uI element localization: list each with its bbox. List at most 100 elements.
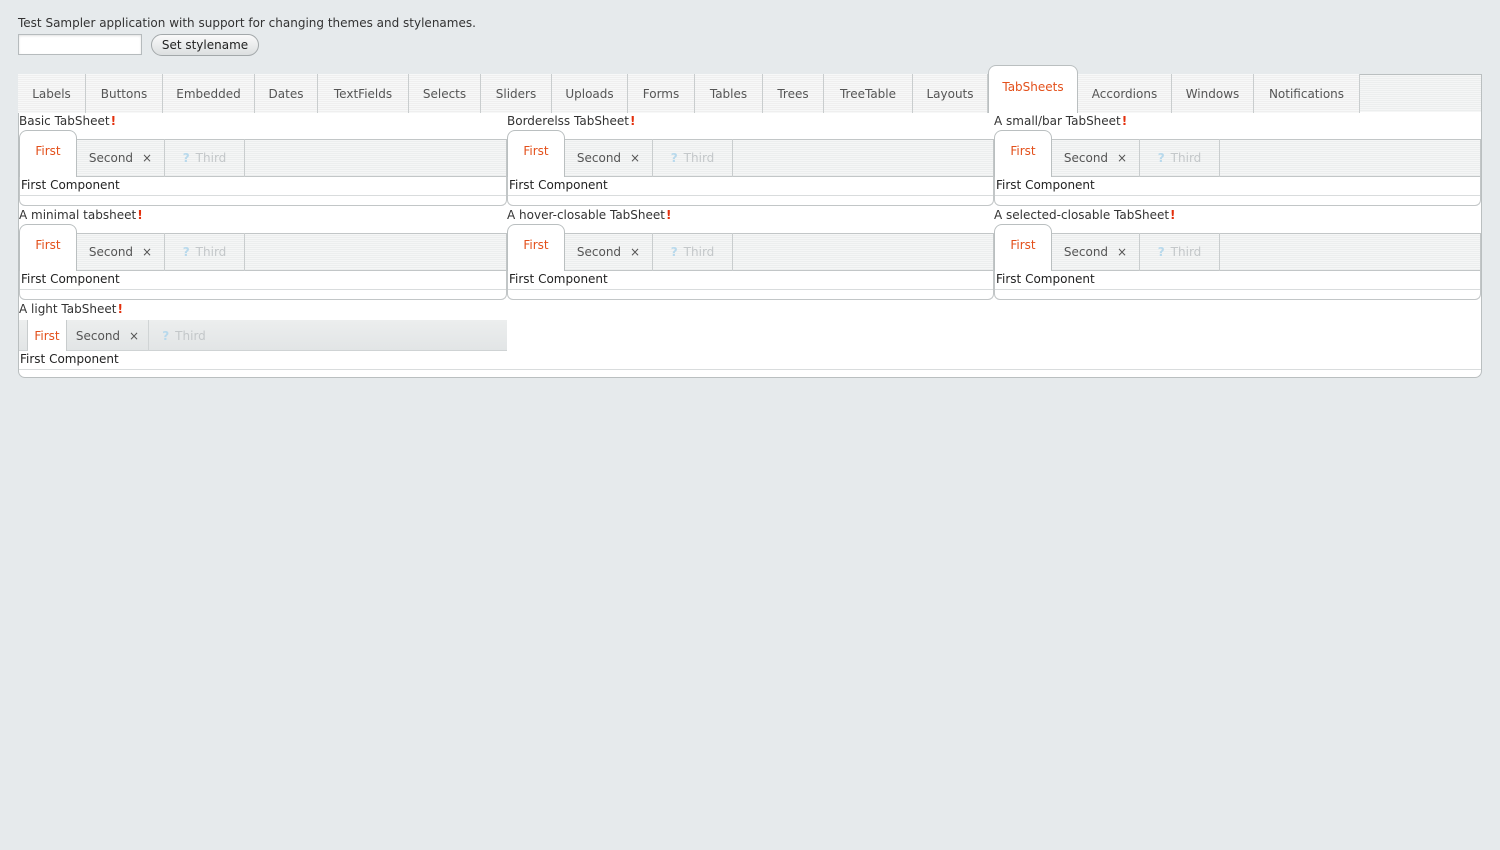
tab-first[interactable]: First (507, 224, 565, 271)
tab-second[interactable]: Second × (565, 139, 653, 177)
tab-label: First (1010, 238, 1036, 252)
tab-label: Third (683, 245, 715, 259)
set-stylename-button[interactable]: Set stylename (151, 34, 259, 56)
tab-label: First (34, 328, 60, 343)
tab-label: Third (1170, 151, 1202, 165)
error-indicator-icon: ! (110, 114, 117, 128)
tab-third: ? Third (1140, 139, 1220, 177)
small-bar-tabsheet-title: A small/bar TabSheet! (994, 114, 1127, 128)
section-title-text: Borderelss TabSheet (507, 114, 630, 128)
tab-selects[interactable]: Selects (409, 74, 481, 113)
tab-notifications[interactable]: Notifications (1254, 74, 1360, 113)
tab-buttons[interactable]: Buttons (86, 74, 163, 113)
tab-content: First Component (994, 271, 1481, 300)
tab-label: First (1010, 144, 1036, 158)
tab-treetable[interactable]: TreeTable (824, 74, 913, 113)
tab-label: Third (1170, 245, 1202, 259)
basic-tabsheet-title: Basic TabSheet! (19, 114, 116, 128)
tab-label: First (35, 238, 61, 252)
tab-label: Second (75, 328, 121, 343)
tab-second[interactable]: Second × (67, 320, 149, 351)
tab-label: First (35, 144, 61, 158)
help-icon: ? (1157, 245, 1165, 259)
tab-label: First (523, 144, 549, 158)
tab-label: Third (195, 151, 227, 165)
tab-first[interactable]: First (994, 224, 1052, 271)
tab-content: First Component (507, 177, 994, 206)
tab-second[interactable]: Second × (77, 233, 165, 271)
tab-uploads[interactable]: Uploads (552, 74, 628, 113)
tab-content: First Component (19, 177, 507, 206)
tab-third: ? Third (653, 233, 733, 271)
tab-embedded[interactable]: Embedded (163, 74, 255, 113)
basic-tabsheet: First Component First Second × ? Third (19, 130, 507, 222)
tab-accordions[interactable]: Accordions (1078, 74, 1172, 113)
close-icon[interactable]: × (630, 151, 640, 165)
error-indicator-icon: ! (1121, 114, 1128, 128)
tab-label: Second (1063, 245, 1109, 259)
help-icon: ? (670, 245, 678, 259)
tab-trees[interactable]: Trees (763, 74, 824, 113)
tab-third: ? Third (149, 320, 219, 351)
tab-content-text: First Component (21, 178, 120, 192)
tab-layouts[interactable]: Layouts (913, 74, 988, 113)
tab-labels[interactable]: Labels (18, 74, 86, 113)
tab-label: Second (576, 151, 622, 165)
small-bar-tabsheet: First Component First Second × ? Third (994, 130, 1481, 222)
close-icon[interactable]: × (1117, 151, 1127, 165)
tab-third: ? Third (165, 139, 245, 177)
tab-second[interactable]: Second × (1052, 233, 1140, 271)
tab-second[interactable]: Second × (565, 233, 653, 271)
section-title-text: A small/bar TabSheet (994, 114, 1121, 128)
close-icon[interactable]: × (129, 329, 139, 343)
tab-second[interactable]: Second × (1052, 139, 1140, 177)
tab-textfields[interactable]: TextFields (318, 74, 409, 113)
divider (19, 369, 1481, 370)
selected-closable-tabsheet: First Component First Second × ? Third (994, 224, 1481, 316)
tab-label: First (523, 238, 549, 252)
tab-first[interactable]: First (27, 320, 67, 351)
tab-windows[interactable]: Windows (1172, 74, 1254, 113)
stylename-input[interactable] (18, 34, 142, 55)
hover-closable-tabsheet: First Component First Second × ? Third (507, 224, 994, 316)
tab-content: First Component (507, 271, 994, 300)
borderless-tabsheet-title: Borderelss TabSheet! (507, 114, 636, 128)
tab-tables[interactable]: Tables (695, 74, 763, 113)
help-icon: ? (182, 151, 190, 165)
tab-content: First Component (19, 271, 507, 300)
tab-content: First Component (994, 177, 1481, 206)
close-icon[interactable]: × (1117, 245, 1127, 259)
close-icon[interactable]: × (142, 151, 152, 165)
light-tabsheet: First Second × ? Third First Component (19, 311, 1481, 371)
help-icon: ? (162, 328, 170, 343)
error-indicator-icon: ! (630, 114, 636, 128)
tab-first[interactable]: First (994, 130, 1052, 177)
tab-label: Second (1063, 151, 1109, 165)
tab-content-text: First Component (20, 352, 119, 366)
tab-tabsheets[interactable]: TabSheets (988, 65, 1078, 113)
app-description: Test Sampler application with support fo… (18, 16, 476, 30)
tab-forms[interactable]: Forms (628, 74, 695, 113)
tab-first[interactable]: First (507, 130, 565, 177)
tab-second[interactable]: Second × (77, 139, 165, 177)
close-icon[interactable]: × (630, 245, 640, 259)
tab-label: Third (175, 328, 206, 343)
tab-dates[interactable]: Dates (255, 74, 318, 113)
tab-label: Second (88, 245, 134, 259)
close-icon[interactable]: × (142, 245, 152, 259)
tab-content-text: First Component (996, 178, 1095, 192)
tab-third: ? Third (165, 233, 245, 271)
help-icon: ? (670, 151, 678, 165)
tab-label: Second (576, 245, 622, 259)
borderless-tabsheet: First Component First Second × ? Third (507, 130, 994, 222)
help-icon: ? (1157, 151, 1165, 165)
minimal-tabsheet: First Component First Second × ? Third (19, 224, 507, 316)
tab-first[interactable]: First (19, 130, 77, 177)
tab-sliders[interactable]: Sliders (481, 74, 552, 113)
tab-third: ? Third (653, 139, 733, 177)
help-icon: ? (182, 245, 190, 259)
tab-third: ? Third (1140, 233, 1220, 271)
tab-first[interactable]: First (19, 224, 77, 271)
tab-content-text: First Component (509, 272, 608, 286)
tab-label: Third (195, 245, 227, 259)
